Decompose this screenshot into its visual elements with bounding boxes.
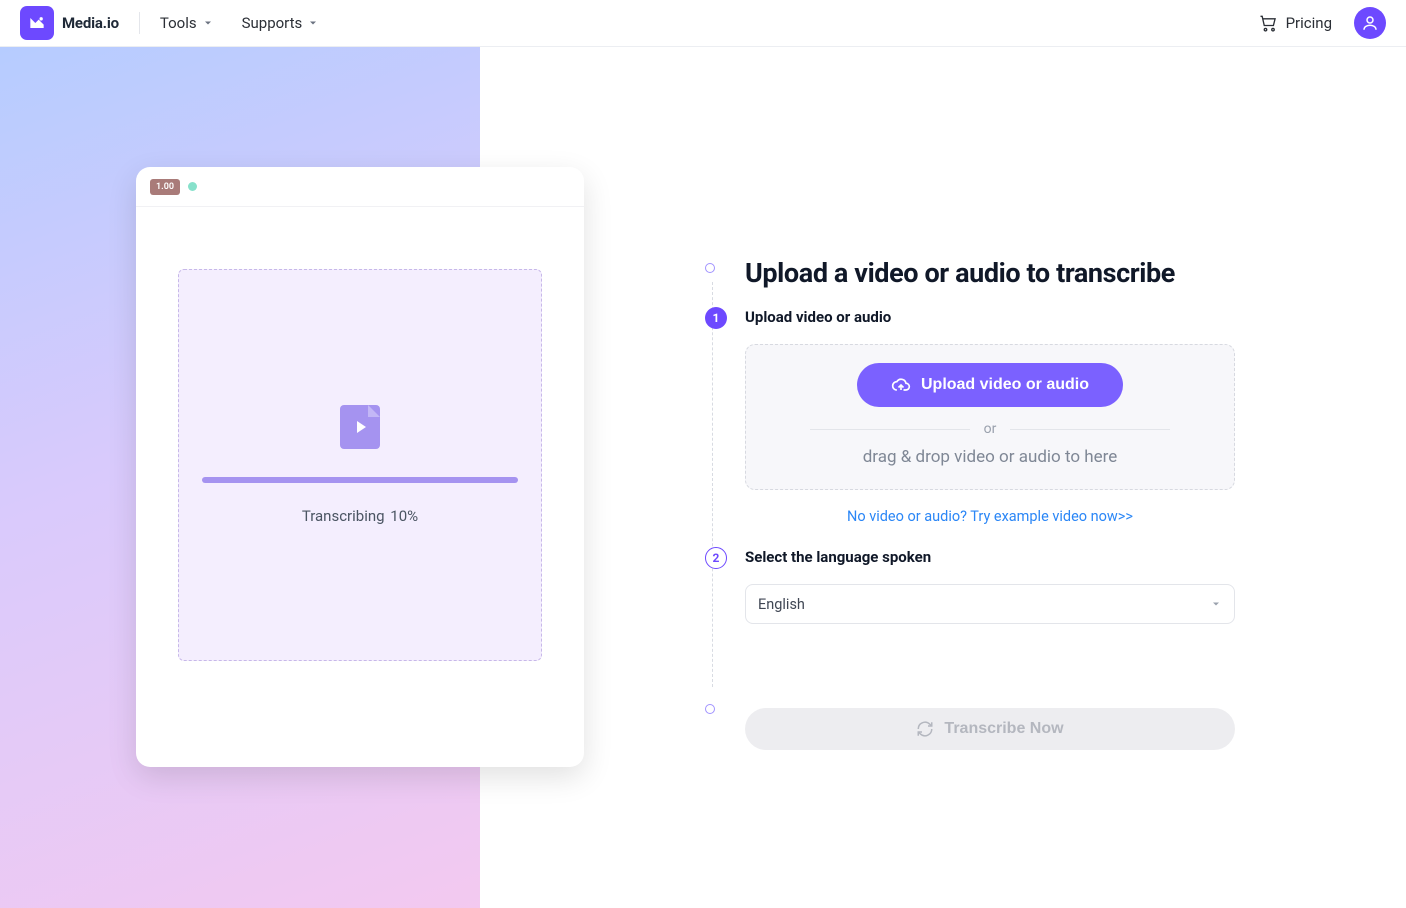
- upload-button-label: Upload video or audio: [921, 376, 1089, 394]
- transcribe-button[interactable]: Transcribe Now: [745, 708, 1235, 750]
- chevron-down-icon: [1210, 598, 1222, 610]
- nav-supports-label: Supports: [242, 14, 303, 32]
- progress-text: Transcribing: [302, 507, 385, 525]
- title-row: Upload a video or audio to transcribe: [705, 257, 1235, 289]
- preview-card: 1.00 Transcribing 10%: [136, 167, 584, 767]
- user-avatar[interactable]: [1354, 7, 1386, 39]
- example-video-link[interactable]: No video or audio? Try example video now…: [745, 508, 1235, 525]
- rail-marker: [705, 704, 715, 714]
- nav-divider: [139, 12, 140, 34]
- or-divider: or: [810, 421, 1170, 437]
- or-text: or: [984, 421, 997, 437]
- page-title: Upload a video or audio to transcribe: [745, 257, 1235, 289]
- nav-tools[interactable]: Tools: [160, 14, 214, 32]
- nav-supports[interactable]: Supports: [242, 14, 320, 32]
- preview-dropzone: Transcribing 10%: [178, 269, 542, 661]
- status-dot: [188, 182, 197, 191]
- language-value: English: [758, 596, 805, 613]
- top-nav: Media.io Tools Supports Pricing: [0, 0, 1406, 47]
- pricing-label: Pricing: [1286, 14, 1332, 32]
- logo-icon[interactable]: [20, 6, 54, 40]
- transcribe-button-label: Transcribe Now: [944, 720, 1063, 738]
- step-1-row: 1 Upload video or audio Upload video or …: [705, 307, 1235, 525]
- nav-tools-label: Tools: [160, 14, 197, 32]
- chevron-down-icon: [307, 17, 319, 29]
- language-select[interactable]: English: [745, 584, 1235, 624]
- cart-icon: [1258, 13, 1278, 33]
- step-2-row: 2 Select the language spoken English: [705, 547, 1235, 624]
- progress-label: Transcribing 10%: [302, 507, 418, 525]
- cloud-upload-icon: [891, 375, 911, 395]
- right-panel: Upload a video or audio to transcribe 1 …: [480, 47, 1406, 908]
- transcribe-row: Transcribe Now: [705, 698, 1235, 750]
- rail-marker: [705, 263, 715, 273]
- card-header: 1.00: [136, 167, 584, 207]
- user-icon: [1361, 14, 1379, 32]
- drag-drop-hint: drag & drop video or audio to here: [762, 447, 1218, 467]
- brand-name[interactable]: Media.io: [62, 14, 119, 32]
- upload-dropzone[interactable]: Upload video or audio or drag & drop vid…: [745, 344, 1235, 490]
- step-2-label: Select the language spoken: [745, 548, 1235, 566]
- main-area: Upload a video or audio to transcribe 1 …: [0, 47, 1406, 908]
- progress-percent: 10%: [390, 507, 418, 525]
- refresh-icon: [916, 720, 934, 738]
- step-1-badge: 1: [705, 307, 727, 329]
- video-file-icon: [340, 405, 380, 449]
- play-icon: [357, 421, 366, 433]
- timer-badge: 1.00: [150, 179, 180, 195]
- content-column: Upload a video or audio to transcribe 1 …: [705, 257, 1235, 768]
- upload-button[interactable]: Upload video or audio: [857, 363, 1123, 407]
- chevron-down-icon: [202, 17, 214, 29]
- progress-bar: [202, 477, 518, 483]
- step-1-label: Upload video or audio: [745, 308, 1235, 326]
- pricing-link[interactable]: Pricing: [1258, 13, 1332, 33]
- step-2-badge: 2: [705, 547, 727, 569]
